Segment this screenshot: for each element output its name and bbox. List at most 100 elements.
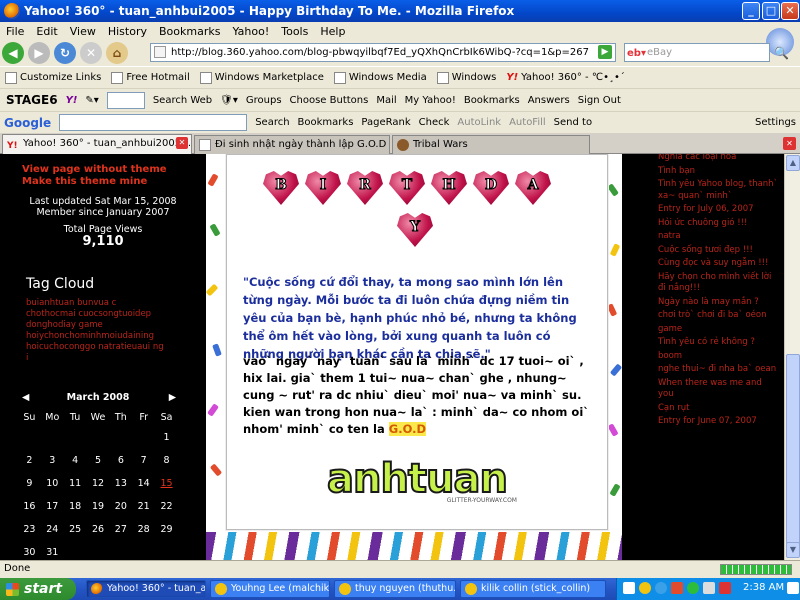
yahoo-sign-out[interactable]: Sign Out bbox=[578, 95, 621, 106]
tag-item[interactable]: donghodiay bbox=[26, 320, 76, 330]
tray-icon[interactable] bbox=[787, 582, 799, 594]
google-settings[interactable]: Settings bbox=[755, 117, 796, 128]
tag-item[interactable]: i bbox=[26, 353, 28, 363]
yahoo-bookmarks[interactable]: Bookmarks bbox=[464, 95, 520, 106]
google-search-button[interactable]: Search bbox=[255, 117, 289, 128]
tab-tribal-wars[interactable]: Tribal Wars bbox=[392, 135, 590, 154]
maximize-button[interactable]: □ bbox=[762, 2, 780, 20]
google-bookmarks[interactable]: Bookmarks bbox=[298, 117, 354, 128]
pencil-icon[interactable]: ✎▾ bbox=[85, 95, 98, 106]
tag-item[interactable]: hoicuchoconggo bbox=[26, 342, 96, 352]
yahoo-my-yahoo[interactable]: My Yahoo! bbox=[405, 95, 456, 106]
shield-icon[interactable]: 🛡▾ bbox=[220, 95, 238, 106]
google-send-to[interactable]: Send to bbox=[554, 117, 592, 128]
calendar-day[interactable]: 25 bbox=[64, 518, 87, 541]
bookmark-yahoo-360[interactable]: Y! Yahoo! 360° - ℃•¸•´ bbox=[506, 72, 625, 83]
entry-link[interactable]: Entry for June 07, 2007 bbox=[658, 416, 778, 428]
bookmark-windows-media[interactable]: Windows Media bbox=[333, 71, 427, 84]
search-go-icon[interactable]: 🔍 bbox=[774, 46, 789, 60]
entry-link[interactable]: Hỏi ức chuông gió !!! bbox=[658, 218, 778, 230]
tag-item[interactable]: game bbox=[79, 320, 103, 330]
make-theme-mine-link[interactable]: Make this theme mine bbox=[22, 176, 147, 187]
calendar-day[interactable]: 7 bbox=[132, 449, 155, 472]
tray-icon[interactable] bbox=[655, 582, 667, 594]
calendar-day[interactable]: 24 bbox=[41, 518, 64, 541]
tag-item[interactable]: buianhtuan bbox=[26, 298, 74, 308]
yahoo-groups[interactable]: Groups bbox=[246, 95, 282, 106]
calendar-day[interactable]: 11 bbox=[64, 472, 87, 495]
calendar-day[interactable]: 4 bbox=[64, 449, 87, 472]
close-button[interactable]: ✕ bbox=[781, 2, 799, 20]
taskbar-button-chat-1[interactable]: Youhng Lee (malchik_... bbox=[210, 580, 330, 598]
calendar-next-icon[interactable]: ▶ bbox=[169, 392, 176, 403]
taskbar-button-firefox[interactable]: Yahoo! 360° - tuan_a... bbox=[86, 580, 206, 598]
calendar-day[interactable]: 9 bbox=[18, 472, 41, 495]
entry-link[interactable]: Ngày nào là may mắn ? bbox=[658, 297, 778, 309]
calendar-day[interactable]: 2 bbox=[18, 449, 41, 472]
calendar-day[interactable]: 20 bbox=[109, 495, 132, 518]
google-logo[interactable]: Google bbox=[4, 116, 51, 130]
yahoo-logo[interactable]: Y! bbox=[66, 95, 78, 106]
tray-security-icon[interactable] bbox=[719, 582, 731, 594]
bookmark-free-hotmail[interactable]: Free Hotmail bbox=[111, 71, 190, 84]
calendar-day[interactable]: 17 bbox=[41, 495, 64, 518]
tag-item[interactable]: chothocmai bbox=[26, 309, 76, 319]
forward-arrow-icon[interactable]: ▶ bbox=[28, 42, 50, 64]
entry-link[interactable]: Cuộc sống tươi đẹp !!! bbox=[658, 245, 778, 257]
yahoo-answers[interactable]: Answers bbox=[528, 95, 570, 106]
menu-edit[interactable]: Edit bbox=[30, 25, 63, 38]
stop-icon[interactable]: ✕ bbox=[80, 42, 102, 64]
tab-di-sinh-nhat[interactable]: Đi sinh nhật ngày thành lập G.O.D bbox=[194, 135, 390, 154]
calendar-day[interactable]: 14 bbox=[132, 472, 155, 495]
tray-icon[interactable] bbox=[623, 582, 635, 594]
calendar-day[interactable]: 26 bbox=[87, 518, 110, 541]
entry-link[interactable]: game bbox=[658, 324, 778, 336]
calendar-day[interactable]: 6 bbox=[109, 449, 132, 472]
google-search-input[interactable] bbox=[59, 114, 248, 131]
yahoo-mail[interactable]: Mail bbox=[376, 95, 396, 106]
menu-bookmarks[interactable]: Bookmarks bbox=[153, 25, 226, 38]
calendar-day[interactable]: 13 bbox=[109, 472, 132, 495]
tag-item[interactable]: cuocsongtuoidep bbox=[78, 309, 151, 319]
entry-link[interactable]: Tình yêu Yahoo blog, thanh` xa~ quan` mi… bbox=[658, 179, 778, 202]
scroll-down-icon[interactable]: ▼ bbox=[786, 542, 800, 558]
entry-link[interactable]: Tình yêu có rẻ không ? bbox=[658, 337, 778, 349]
entry-link[interactable]: boom bbox=[658, 351, 778, 363]
entry-link[interactable]: Tình bạn bbox=[658, 166, 778, 178]
calendar-day[interactable]: 12 bbox=[87, 472, 110, 495]
scroll-thumb[interactable] bbox=[786, 354, 800, 554]
calendar-day[interactable]: 22 bbox=[155, 495, 178, 518]
calendar-day[interactable]: 28 bbox=[132, 518, 155, 541]
scroll-up-icon[interactable]: ▲ bbox=[786, 155, 800, 171]
entry-link[interactable]: Entry for July 06, 2007 bbox=[658, 204, 778, 216]
view-without-theme-link[interactable]: View page without theme bbox=[22, 164, 167, 175]
calendar-day[interactable]: 27 bbox=[109, 518, 132, 541]
calendar-day[interactable]: 29 bbox=[155, 518, 178, 541]
calendar-day[interactable]: 8 bbox=[155, 449, 178, 472]
calendar-day[interactable]: 30 bbox=[18, 541, 41, 560]
reload-icon[interactable]: ↻ bbox=[54, 42, 76, 64]
google-pagerank[interactable]: PageRank bbox=[361, 117, 410, 128]
google-autofill[interactable]: AutoFill bbox=[509, 117, 546, 128]
entry-link[interactable]: chơi trò` chơi đi ba` oéon bbox=[658, 310, 778, 322]
yahoo-search-input[interactable] bbox=[106, 91, 145, 109]
google-check[interactable]: Check bbox=[419, 117, 450, 128]
calendar-day[interactable]: 23 bbox=[18, 518, 41, 541]
calendar-day[interactable]: 21 bbox=[132, 495, 155, 518]
menu-view[interactable]: View bbox=[64, 25, 102, 38]
stage6-logo[interactable]: STAGE6 bbox=[6, 93, 58, 107]
vertical-scrollbar[interactable]: ▲ ▼ bbox=[784, 154, 800, 560]
entry-link[interactable]: nghe thui~ đi nha ba` oean bbox=[658, 364, 778, 376]
menu-tools[interactable]: Tools bbox=[275, 25, 314, 38]
calendar-day[interactable]: 18 bbox=[64, 495, 87, 518]
bookmark-windows-marketplace[interactable]: Windows Marketplace bbox=[199, 71, 324, 84]
menu-yahoo[interactable]: Yahoo! bbox=[226, 25, 275, 38]
google-autolink[interactable]: AutoLink bbox=[457, 117, 501, 128]
tray-icon[interactable] bbox=[671, 582, 683, 594]
tray-network-icon[interactable] bbox=[687, 582, 699, 594]
clock[interactable]: 2:38 AM bbox=[743, 582, 784, 593]
taskbar-button-chat-2[interactable]: thuy nguyen (thuthu... bbox=[334, 580, 456, 598]
tab-yahoo-360[interactable]: Y! Yahoo! 360° - tuan_anhbui2005 -... ✕ bbox=[2, 134, 192, 155]
minimize-button[interactable]: _ bbox=[742, 2, 760, 20]
bookmark-customize-links[interactable]: Customize Links bbox=[5, 71, 101, 84]
